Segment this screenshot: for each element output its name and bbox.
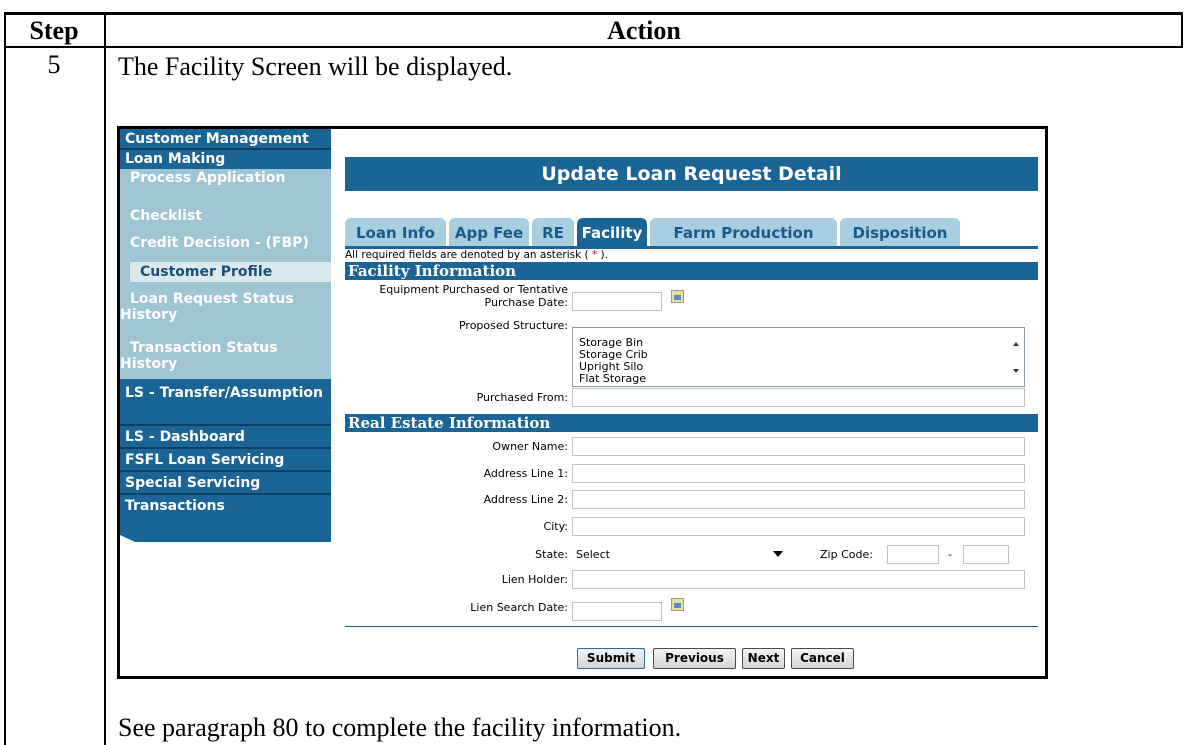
proposed-structure-listbox[interactable]: Storage Bin Storage Crib Upright Silo Fl…: [572, 327, 1025, 387]
lien-holder-input[interactable]: [572, 570, 1025, 589]
main-panel: Update Loan Request Detail Loan Info App…: [345, 129, 1045, 676]
cancel-button[interactable]: Cancel: [791, 648, 854, 669]
nav-credit-decision[interactable]: Credit Decision - (FBP): [120, 229, 331, 259]
tab-bar: Loan Info App Fee RE Facility Farm Produ…: [345, 218, 1038, 246]
action-text: The Facility Screen will be displayed.: [118, 52, 513, 81]
structure-option[interactable]: Flat Storage: [579, 373, 646, 385]
equipment-date-input[interactable]: [572, 292, 662, 311]
nav-special-servicing[interactable]: Special Servicing: [120, 472, 331, 495]
scroll-arrows-icon: [1013, 342, 1019, 373]
nav-loan-making[interactable]: Loan Making: [120, 150, 331, 169]
purchased-from-label: Purchased From:: [476, 391, 568, 404]
nav-checklist[interactable]: Checklist: [120, 201, 331, 229]
table-top-border: [4, 12, 1183, 15]
address-line2-label: Address Line 2:: [483, 493, 568, 506]
nav-transactions[interactable]: Transactions: [120, 495, 331, 535]
real-estate-section-header: Real Estate Information: [345, 414, 1038, 432]
listbox-scrollbar[interactable]: [1010, 331, 1022, 385]
tab-farm-production[interactable]: Farm Production: [650, 218, 837, 246]
nav-customer-profile[interactable]: Customer Profile: [130, 262, 331, 282]
state-label-box: State:: [345, 548, 568, 562]
purchased-from-label-box: Purchased From:: [345, 391, 568, 405]
lien-holder-label: Lien Holder:: [501, 573, 568, 586]
city-label-box: City:: [345, 520, 568, 534]
next-button[interactable]: Next: [742, 648, 785, 669]
calendar-icon[interactable]: [671, 598, 684, 611]
city-input[interactable]: [572, 517, 1025, 536]
zip-code-input[interactable]: [887, 545, 939, 564]
required-note-end: ).: [597, 249, 608, 261]
nav-fsfl-loan-servicing[interactable]: FSFL Loan Servicing: [120, 449, 331, 472]
address-line1-input[interactable]: [572, 464, 1025, 483]
proposed-label-box: Proposed Structure:: [345, 319, 568, 333]
nav-end-cap: [120, 535, 331, 542]
address1-label-box: Address Line 1:: [345, 467, 568, 481]
tab-disposition[interactable]: Disposition: [840, 218, 960, 246]
lien-search-label-box: Lien Search Date:: [345, 601, 568, 615]
zip-extension-input[interactable]: [963, 545, 1009, 564]
proposed-structure-label: Proposed Structure:: [458, 319, 568, 332]
required-note: All required fields are denoted by an as…: [345, 249, 608, 261]
tab-re[interactable]: RE: [532, 218, 574, 246]
table-left-border: [4, 12, 6, 745]
lien-search-date-label: Lien Search Date:: [470, 601, 568, 614]
left-nav: Customer Management Loan Making Process …: [120, 129, 331, 542]
page-title: Update Loan Request Detail: [345, 157, 1038, 191]
zip-separator: -: [948, 548, 952, 561]
header-step: Step: [29, 16, 79, 45]
lien-search-date-input[interactable]: [572, 602, 662, 621]
address2-label-box: Address Line 2:: [345, 493, 568, 507]
state-label: State:: [535, 548, 568, 561]
nav-transaction-status-history[interactable]: Transaction Status History: [120, 334, 331, 379]
equipment-label-box: Equipment Purchased or Tentative Purchas…: [345, 283, 568, 313]
lien-holder-label-box: Lien Holder:: [345, 573, 568, 587]
facility-screenshot: Customer Management Loan Making Process …: [117, 126, 1048, 679]
step-number: 5: [47, 50, 61, 79]
header-action: Action: [607, 16, 681, 45]
city-label: City:: [543, 520, 568, 533]
submit-button[interactable]: Submit: [577, 648, 645, 669]
required-note-text: All required fields are denoted by an as…: [345, 249, 592, 261]
form-bottom-rule: [345, 626, 1038, 627]
footer-text: See paragraph 80 to complete the facilit…: [118, 713, 682, 742]
nav-process-application[interactable]: Process Application: [120, 169, 331, 201]
table-col-divider: [104, 12, 106, 745]
nav-customer-management[interactable]: Customer Management: [120, 129, 331, 150]
address-line1-label: Address Line 1:: [483, 467, 568, 480]
equipment-label-line1: Equipment Purchased or Tentative: [379, 283, 568, 296]
state-select[interactable]: Select: [576, 548, 786, 562]
state-select-value: Select: [576, 548, 610, 561]
calendar-icon[interactable]: [671, 290, 684, 303]
tab-app-fee[interactable]: App Fee: [449, 218, 529, 246]
tab-loan-info[interactable]: Loan Info: [345, 218, 446, 246]
owner-name-label: Owner Name:: [492, 440, 568, 453]
purchased-from-input[interactable]: [572, 388, 1025, 407]
equipment-label-line2: Purchase Date:: [484, 296, 568, 309]
tab-facility[interactable]: Facility: [577, 218, 647, 246]
table-header-divider: [4, 46, 1183, 48]
facility-section-header: Facility Information: [345, 262, 1038, 280]
address-line2-input[interactable]: [572, 490, 1025, 509]
chevron-down-icon: [773, 551, 783, 557]
nav-ls-transfer-assumption[interactable]: LS - Transfer/Assumption: [120, 379, 331, 426]
previous-button[interactable]: Previous: [653, 648, 736, 669]
zip-code-label: Zip Code:: [820, 548, 873, 561]
nav-ls-dashboard[interactable]: LS - Dashboard: [120, 426, 331, 449]
owner-name-input[interactable]: [572, 437, 1025, 456]
nav-loan-request-status-history[interactable]: Loan Request Status History: [120, 285, 331, 334]
owner-label-box: Owner Name:: [345, 440, 568, 454]
